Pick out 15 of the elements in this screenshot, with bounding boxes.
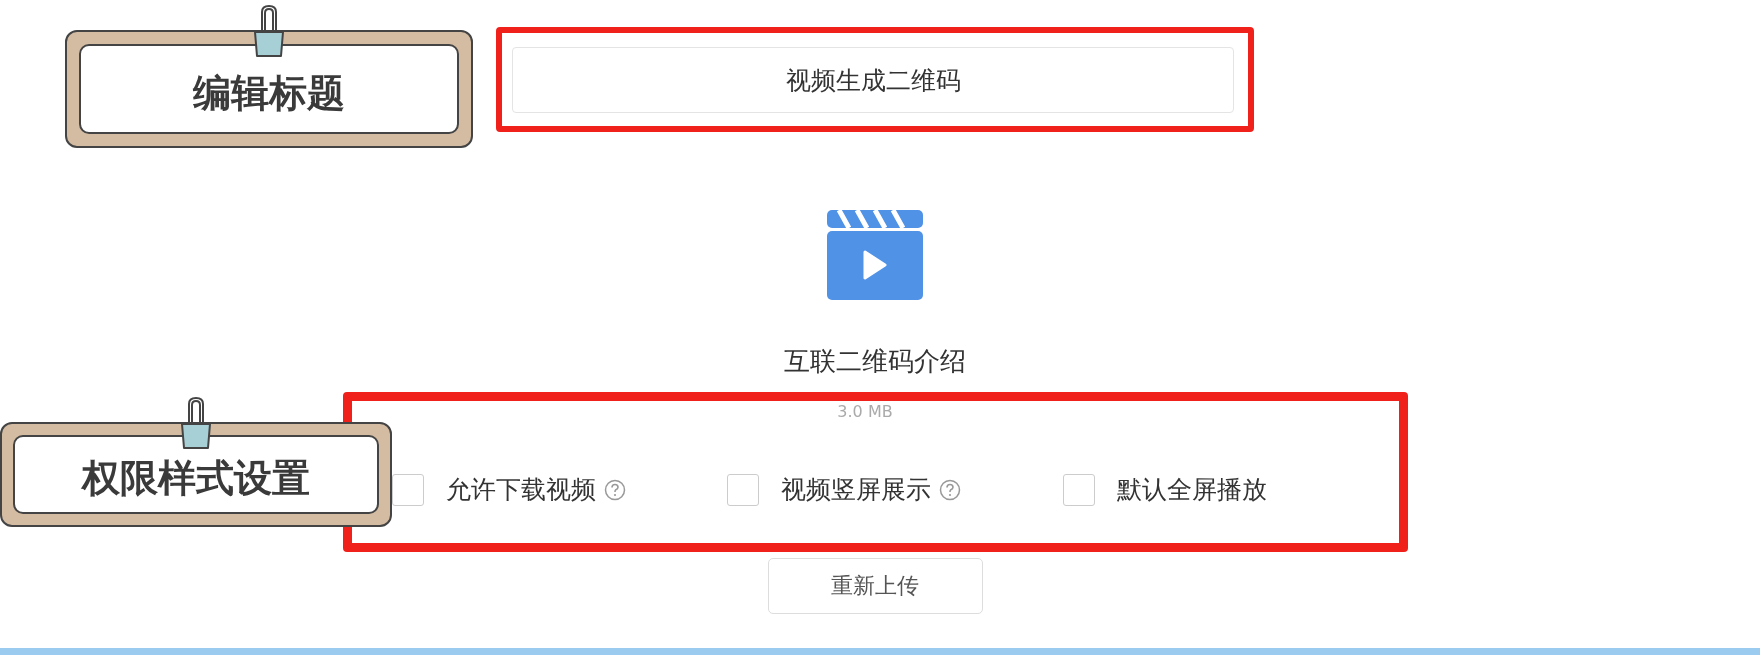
option-label: 视频竖屏展示 bbox=[781, 474, 932, 506]
file-size: 3.0 MB bbox=[837, 403, 893, 421]
reupload-button[interactable]: 重新上传 bbox=[767, 558, 983, 614]
option-label: 默认全屏播放 bbox=[1116, 474, 1267, 506]
label-tag-text: 编辑标题 bbox=[79, 44, 459, 134]
title-field[interactable]: 视频生成二维码 bbox=[512, 47, 1234, 113]
checkbox[interactable] bbox=[391, 473, 424, 506]
option-label: 允许下载视频 bbox=[445, 474, 596, 506]
checkbox[interactable] bbox=[727, 473, 760, 506]
help-icon[interactable] bbox=[939, 478, 962, 501]
video-icon bbox=[827, 210, 923, 300]
help-icon[interactable] bbox=[603, 478, 626, 501]
checkbox[interactable] bbox=[1062, 473, 1095, 506]
label-tag-text: 权限样式设置 bbox=[13, 435, 379, 514]
file-name: 互联二维码介绍 bbox=[784, 346, 966, 376]
